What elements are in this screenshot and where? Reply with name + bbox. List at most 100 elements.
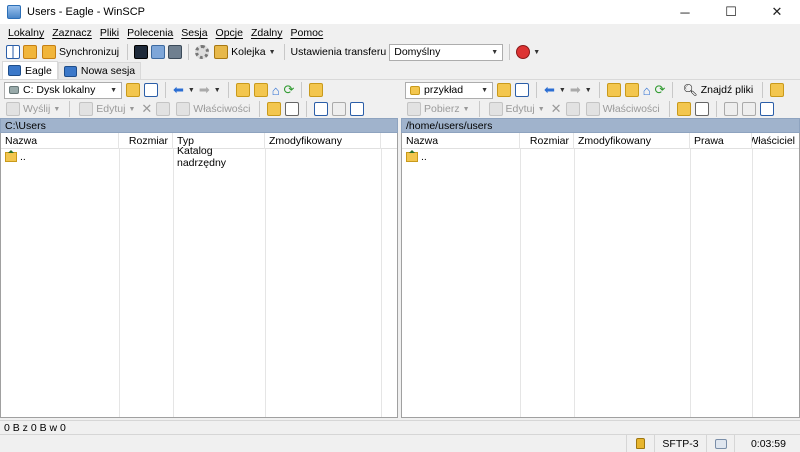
file-name-cell: .. bbox=[402, 150, 520, 163]
properties-button[interactable]: Właściwości bbox=[584, 100, 662, 118]
table-row[interactable]: .. bbox=[402, 149, 799, 165]
tree-icon[interactable] bbox=[309, 83, 324, 97]
col-name[interactable]: Nazwa bbox=[402, 133, 520, 149]
local-path-bar[interactable]: C:\Users bbox=[0, 118, 398, 133]
upload-button[interactable]: Wyślij ▼ bbox=[4, 100, 62, 118]
separator bbox=[227, 82, 229, 98]
putty-icon[interactable] bbox=[151, 45, 166, 59]
column-divider bbox=[752, 149, 753, 417]
select-all-icon[interactable] bbox=[723, 102, 738, 116]
properties-button[interactable]: Właściwości bbox=[174, 100, 252, 118]
monitor-icon bbox=[8, 65, 21, 76]
chevron-down-icon: ▼ bbox=[462, 105, 470, 113]
refresh-icon[interactable]: ⟳ bbox=[284, 82, 295, 98]
forward-icon[interactable]: ➡ bbox=[570, 82, 581, 98]
tree-icon[interactable] bbox=[770, 83, 785, 97]
new-file-icon[interactable] bbox=[285, 102, 300, 116]
col-modified[interactable]: Zmodyfikowany bbox=[265, 133, 381, 149]
root-dir-icon[interactable] bbox=[253, 83, 268, 97]
download-button[interactable]: Pobierz ▼ bbox=[405, 100, 472, 118]
remote-file-list[interactable]: Nazwa Rozmiar Zmodyfikowany Prawa Właści… bbox=[401, 133, 800, 418]
find-files-button[interactable]: 🔍︎ Znajdź pliki bbox=[680, 81, 755, 99]
col-rights[interactable]: Prawa bbox=[690, 133, 752, 149]
menu-zdalny[interactable]: Zdalny bbox=[247, 27, 287, 39]
separator bbox=[69, 101, 71, 117]
forward-icon[interactable]: ➡ bbox=[199, 82, 210, 98]
back-icon[interactable]: ⬅ bbox=[544, 82, 555, 98]
terminal-icon[interactable] bbox=[168, 45, 183, 59]
column-divider bbox=[119, 149, 120, 417]
edit-button[interactable]: Edytuj ▼ bbox=[77, 100, 137, 118]
col-owner[interactable]: Właściciel bbox=[752, 133, 799, 149]
main-toolbar: Synchronizuj Kolejka ▼ Ustawienia transf… bbox=[0, 42, 800, 62]
edit-button[interactable]: Edytuj ▼ bbox=[487, 100, 547, 118]
local-drive-select[interactable]: C: Dysk lokalny ▼ bbox=[4, 81, 122, 99]
tab-eagle[interactable]: Eagle bbox=[2, 61, 58, 79]
col-size[interactable]: Rozmiar bbox=[520, 133, 574, 149]
filter-icon[interactable] bbox=[144, 83, 158, 97]
col-size[interactable]: Rozmiar bbox=[119, 133, 173, 149]
menu-lokalny[interactable]: Lokalny bbox=[4, 27, 48, 39]
new-folder-icon[interactable] bbox=[676, 102, 691, 116]
col-name[interactable]: Nazwa bbox=[1, 133, 119, 149]
parent-dir-icon[interactable] bbox=[235, 83, 250, 97]
sync-browse-icon[interactable] bbox=[23, 45, 37, 59]
delete-icon[interactable]: ✕ bbox=[551, 101, 562, 117]
session-tabs: Eagle Nowa sesja bbox=[0, 61, 800, 80]
delete-icon[interactable]: ✕ bbox=[141, 101, 152, 117]
edit-icon bbox=[79, 102, 94, 116]
rename-icon[interactable] bbox=[565, 102, 580, 116]
menu-zaznacz[interactable]: Zaznacz bbox=[48, 27, 96, 39]
maximize-button[interactable]: ☐ bbox=[708, 0, 754, 24]
tab-new-session[interactable]: Nowa sesja bbox=[57, 62, 142, 79]
lock-icon[interactable] bbox=[626, 434, 654, 452]
column-divider bbox=[690, 149, 691, 417]
chevron-down-icon[interactable]: ▼ bbox=[188, 87, 195, 94]
deselect-icon[interactable] bbox=[741, 102, 756, 116]
gear-icon[interactable] bbox=[195, 45, 210, 59]
drive-icon bbox=[9, 86, 19, 94]
chevron-down-icon[interactable]: ▼ bbox=[214, 87, 221, 94]
chevron-down-icon[interactable]: ▼ bbox=[533, 49, 540, 56]
open-folder-icon[interactable] bbox=[497, 83, 511, 97]
col-modified[interactable]: Zmodyfikowany bbox=[574, 133, 690, 149]
find-files-label: Znajdź pliki bbox=[700, 84, 754, 96]
menu-sesja[interactable]: Sesja bbox=[177, 27, 211, 39]
menu-pliki[interactable]: Pliki bbox=[96, 27, 123, 39]
open-folder-icon[interactable] bbox=[126, 83, 140, 97]
synchronize-button[interactable]: Synchronizuj bbox=[40, 43, 121, 61]
table-row[interactable]: .. Katalog nadrzędny bbox=[1, 145, 397, 169]
root-dir-icon[interactable] bbox=[624, 83, 639, 97]
new-folder-icon[interactable] bbox=[267, 102, 282, 116]
filter-icon[interactable] bbox=[515, 83, 529, 97]
deselect-icon[interactable] bbox=[332, 102, 347, 116]
transfer-preset-select[interactable]: Domyślny ▼ bbox=[389, 43, 504, 61]
remote-toolbar: przykład ▼ ⬅ ▼ ➡ ▼ ⌂ ⟳ 🔍︎ Znajdź pliki P… bbox=[401, 80, 800, 118]
select-all-icon[interactable] bbox=[314, 102, 329, 116]
menu-pomoc[interactable]: Pomoc bbox=[287, 27, 328, 39]
console-icon[interactable] bbox=[134, 45, 149, 59]
chevron-down-icon[interactable]: ▼ bbox=[559, 87, 566, 94]
transfer-options-icon[interactable] bbox=[516, 45, 531, 59]
home-icon[interactable]: ⌂ bbox=[643, 83, 651, 98]
close-button[interactable]: ✕ bbox=[754, 0, 800, 24]
minimize-button[interactable]: ─ bbox=[662, 0, 708, 24]
refresh-icon[interactable]: ⟳ bbox=[655, 82, 666, 98]
filter-select-icon[interactable] bbox=[350, 102, 365, 116]
remote-path-bar[interactable]: /home/users/users bbox=[401, 118, 800, 133]
remote-folder-value: przykład bbox=[424, 84, 464, 96]
menu-opcje[interactable]: Opcje bbox=[212, 27, 247, 39]
filter-select-icon[interactable] bbox=[759, 102, 774, 116]
queue-button[interactable]: Kolejka ▼ bbox=[212, 43, 277, 61]
chevron-down-icon[interactable]: ▼ bbox=[585, 87, 592, 94]
remote-folder-select[interactable]: przykład ▼ bbox=[405, 81, 493, 99]
back-icon[interactable]: ⬅ bbox=[173, 82, 184, 98]
local-file-list[interactable]: Nazwa Rozmiar Typ Zmodyfikowany .. Katal… bbox=[0, 133, 398, 418]
compare-dirs-icon[interactable] bbox=[6, 45, 20, 59]
parent-dir-icon[interactable] bbox=[606, 83, 621, 97]
rename-icon[interactable] bbox=[156, 102, 171, 116]
menu-polecenia[interactable]: Polecenia bbox=[123, 27, 177, 39]
file-name: .. bbox=[20, 151, 26, 163]
home-icon[interactable]: ⌂ bbox=[272, 83, 280, 98]
new-file-icon[interactable] bbox=[694, 102, 709, 116]
